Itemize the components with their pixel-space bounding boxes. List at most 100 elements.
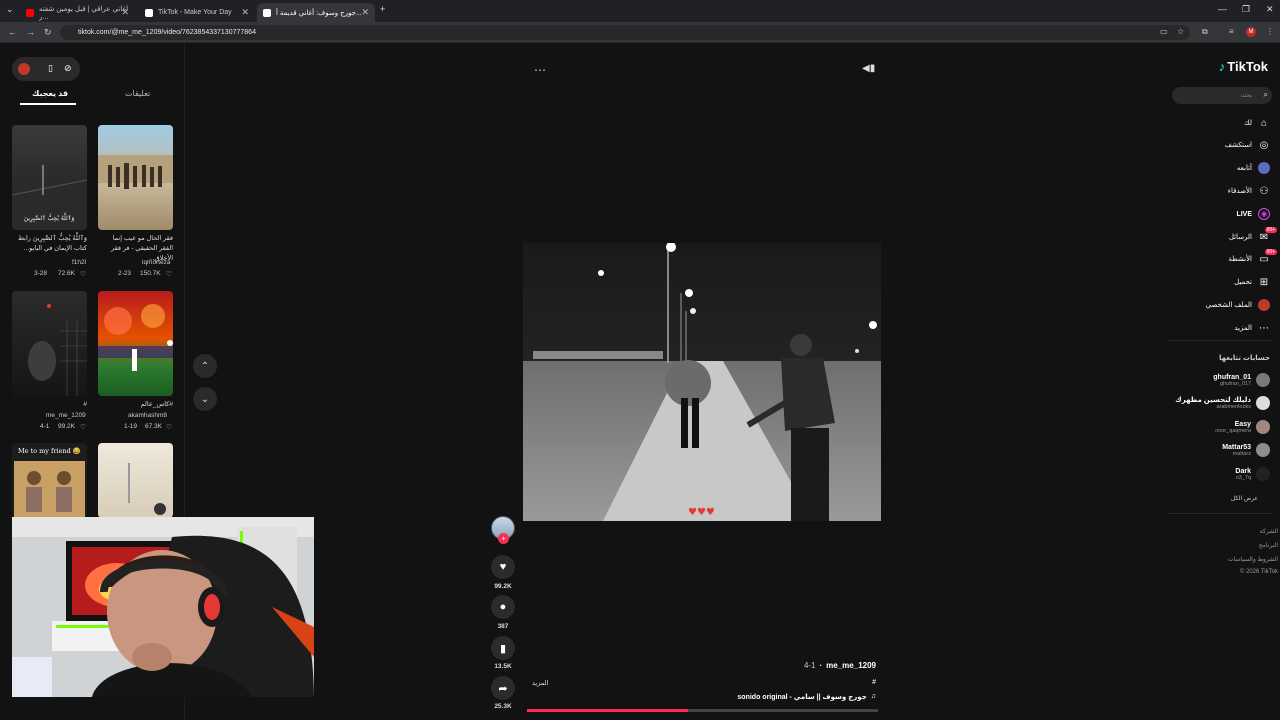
close-icon[interactable]: ✕: [241, 7, 249, 18]
thumbnail-image: [14, 461, 85, 518]
more-link[interactable]: المزيد: [532, 679, 548, 687]
close-icon[interactable]: ✕: [121, 7, 129, 18]
forward-icon[interactable]: →: [26, 27, 35, 37]
thumbnail-image: [128, 463, 166, 515]
footer-company[interactable]: الشركة: [1260, 528, 1278, 535]
tiktok-favicon-icon: [145, 8, 153, 17]
nav-label: المزيد: [1234, 325, 1252, 332]
avatar: [1256, 443, 1270, 457]
footer-program[interactable]: البرنامج: [1259, 542, 1278, 549]
browser-tab-2[interactable]: TikTok - Make Your Day ✕: [139, 3, 255, 22]
video-progress-bar[interactable]: [527, 709, 878, 712]
search-icon[interactable]: ⌕: [1264, 90, 1268, 100]
tab-liked[interactable]: قد يعجبك: [32, 89, 68, 98]
see-all-link[interactable]: عرض الكل: [1231, 495, 1258, 502]
video-thumbnail[interactable]: [98, 125, 173, 230]
nav-messages[interactable]: الرسائل ✉: [1229, 231, 1270, 243]
video-author[interactable]: f1h2l: [72, 259, 86, 266]
webcam-image: [12, 517, 314, 697]
tiktok-logo[interactable]: ♪ TikTok: [1219, 59, 1268, 74]
footer-terms[interactable]: الشروط والسياسات: [1228, 556, 1278, 563]
bookmark-star-icon[interactable]: ☆: [1177, 27, 1184, 36]
url-field[interactable]: tiktok.com/@me_me_1209/video/76238543371…: [60, 25, 1190, 40]
nav-more[interactable]: المزيد ⋯: [1234, 322, 1270, 334]
heart-outline-icon: ♡: [166, 424, 172, 431]
block-icon[interactable]: ⊘: [64, 63, 72, 74]
tab-comments[interactable]: تعليقات: [125, 89, 150, 98]
comment-icon: ●: [499, 601, 507, 613]
share-count: 25.3K: [494, 703, 512, 710]
video-thumbnail[interactable]: Me to my friend 😂: [12, 443, 87, 518]
nav-explore[interactable]: استكشف ◎: [1225, 139, 1270, 151]
close-window-icon[interactable]: ✕: [1266, 4, 1274, 15]
nav-for-you[interactable]: لك ⌂: [1244, 117, 1270, 129]
following-account[interactable]: Mattar53 mattarx: [1222, 443, 1270, 457]
tab-search-icon[interactable]: ⌄: [6, 4, 14, 15]
chevron-down-icon: ⌄: [200, 393, 210, 405]
close-icon[interactable]: ✕: [361, 7, 369, 18]
video-thumbnail[interactable]: [98, 291, 173, 396]
back-icon[interactable]: ←: [8, 27, 17, 37]
following-account[interactable]: Dark o3_7q: [1235, 467, 1270, 481]
video-image: ♥♥♥: [523, 243, 881, 521]
video-author[interactable]: iqmorteza: [142, 259, 171, 266]
video-author[interactable]: me_me_1209: [46, 412, 86, 419]
video-author[interactable]: akamhashm8: [128, 412, 167, 419]
volume-icon[interactable]: ◀▮: [862, 63, 875, 74]
extensions-icon[interactable]: ⧉: [1202, 27, 1208, 37]
like-button[interactable]: ♥: [491, 555, 515, 579]
previous-video-button[interactable]: ⌃: [193, 354, 217, 378]
more-options-icon[interactable]: ⋯: [534, 63, 546, 77]
home-icon: ⌂: [1260, 117, 1268, 129]
video-description: #: [872, 679, 876, 686]
tab-title: جورج وسوف: أغاني قديمة أ...: [276, 9, 362, 17]
tab-title: TikTok - Make Your Day: [158, 9, 232, 16]
nav-upload[interactable]: تحميل ⊞: [1234, 276, 1270, 288]
thumbnail-image: [98, 304, 173, 371]
comment-button[interactable]: ●: [491, 595, 515, 619]
video-frame[interactable]: ♥♥♥: [523, 243, 881, 521]
reload-icon[interactable]: ↻: [44, 27, 52, 38]
url-text: tiktok.com/@me_me_1209/video/76238543371…: [78, 29, 256, 36]
follow-plus-icon[interactable]: +: [498, 533, 509, 544]
following-title: حسابات تتابعها: [1219, 355, 1270, 362]
browser-tab-3[interactable]: جورج وسوف: أغاني قديمة أ... ✕: [257, 3, 375, 22]
media-icon[interactable]: ≡: [1229, 27, 1234, 36]
profile-avatar-icon[interactable]: M: [1246, 27, 1256, 37]
search-input[interactable]: بحث: [1172, 87, 1272, 104]
following-account[interactable]: دليلك لتحسين مظهرك arabmenlooks: [1175, 396, 1270, 410]
heart-outline-icon: ♡: [166, 271, 172, 278]
following-account[interactable]: ghufran_01 ghufran_017: [1213, 373, 1270, 387]
minimize-icon[interactable]: —: [1218, 4, 1227, 14]
bookmark-button[interactable]: ▮: [491, 636, 515, 660]
save-count: 13.5K: [494, 663, 512, 670]
divider: [1168, 513, 1272, 514]
following-account[interactable]: Easy noor_qaqmera: [1215, 420, 1270, 434]
new-tab-button[interactable]: +: [380, 4, 385, 14]
nav-activity[interactable]: الأنشطة ▭: [1228, 253, 1270, 265]
video-thumbnail[interactable]: [98, 443, 173, 518]
video-thumbnail[interactable]: وَٱللَّهُ يُحِبُّ ٱلصَّٰبِرِينَ: [12, 125, 87, 230]
friends-icon: ⚇: [1259, 185, 1269, 197]
share-button[interactable]: ➦: [491, 676, 515, 700]
browser-tab-1[interactable]: اغاني عراقي | قبل يومين شفته ر... ✕: [20, 3, 135, 22]
panel-avatar-icon[interactable]: [18, 63, 30, 75]
video-author-row: 4-1 · me_me_1209: [804, 661, 876, 670]
video-thumbnail[interactable]: [12, 291, 87, 396]
nav-label: لك: [1243, 120, 1252, 127]
menu-icon[interactable]: ⋮: [1266, 27, 1274, 36]
video-author-name[interactable]: me_me_1209: [826, 661, 876, 670]
video-date: 4-1: [803, 661, 816, 670]
cast-icon[interactable]: ▭: [1160, 27, 1168, 36]
progress-fill: [527, 709, 689, 712]
upload-icon: ⊞: [1259, 276, 1269, 288]
nav-live[interactable]: LIVE ◉: [1236, 208, 1270, 220]
nav-profile[interactable]: الملف الشخصي: [1206, 299, 1270, 311]
next-video-button[interactable]: ⌄: [193, 387, 217, 411]
maximize-icon[interactable]: ❐: [1242, 4, 1250, 15]
nav-following[interactable]: أتابعه: [1237, 162, 1270, 174]
nav-friends[interactable]: الأصدقاء ⚇: [1228, 185, 1270, 197]
sound-row[interactable]: sonido original - جورج وسوف || سامي ♫: [737, 693, 876, 701]
phone-icon[interactable]: ▯: [48, 63, 53, 74]
tab-title: اغاني عراقي | قبل يومين شفته ر...: [39, 5, 129, 21]
